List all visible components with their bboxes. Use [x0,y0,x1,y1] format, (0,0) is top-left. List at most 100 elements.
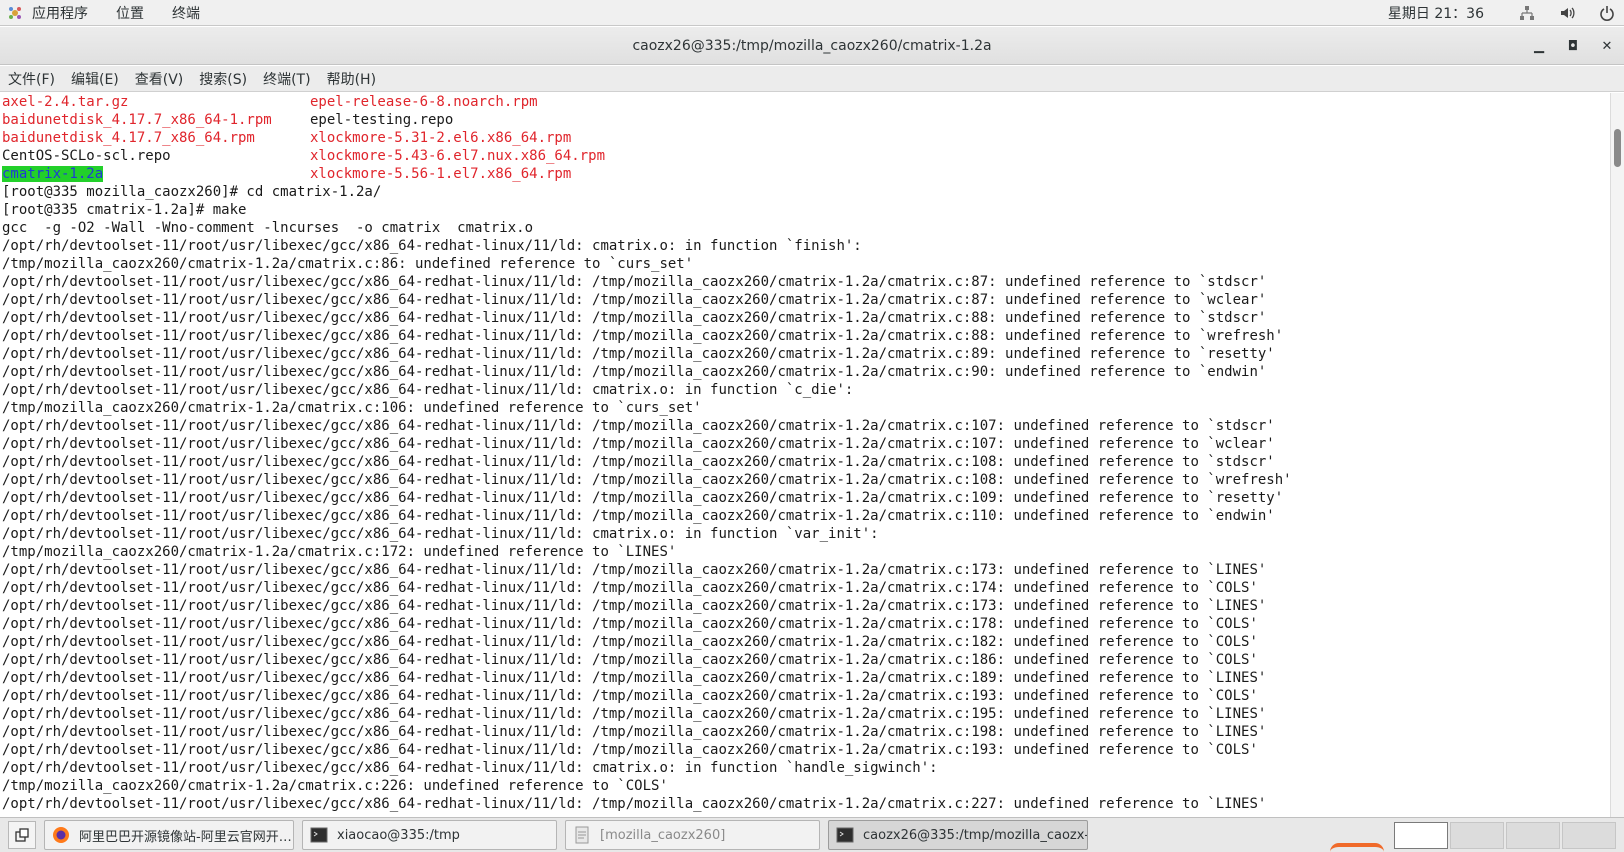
terminal-line: /opt/rh/devtoolset-11/root/usr/libexec/g… [2,580,1258,596]
task-label: 阿里巴巴开源镜像站-阿里云官网开… [79,829,292,845]
terminal-line: /opt/rh/devtoolset-11/root/usr/libexec/g… [2,526,879,542]
firefox-icon [51,825,71,845]
terminal-line: /opt/rh/devtoolset-11/root/usr/libexec/g… [2,562,1267,578]
terminal-line: [root@335 mozilla_caozx260]# cd cmatrix-… [2,184,382,200]
terminal-scrollbar[interactable] [1610,93,1624,817]
terminal-line: gcc -g -O2 -Wall -Wno-comment -lncurses … [2,220,534,236]
ls-filename: CentOS-SCLo-scl.repo [2,148,171,164]
terminal-line: /opt/rh/devtoolset-11/root/usr/libexec/g… [2,688,1258,704]
terminal-line: /opt/rh/devtoolset-11/root/usr/libexec/g… [2,670,1267,686]
ls-entry: baidunetdisk_4.17.7_x86_64.rpm [2,129,310,147]
window-titlebar[interactable]: caozx26@335:/tmp/mozilla_caozx260/cmatri… [0,27,1624,65]
terminal-line: /opt/rh/devtoolset-11/root/usr/libexec/g… [2,472,1292,488]
task-terminal-caozx[interactable]: caozx26@335:/tmp/mozilla_caozx-… [828,820,1088,850]
terminal-line: /opt/rh/devtoolset-11/root/usr/libexec/g… [2,310,1267,326]
menu-file[interactable]: 文件(F) [8,69,55,89]
terminal-line: /opt/rh/devtoolset-11/root/usr/libexec/g… [2,760,938,776]
ls-filename: epel-release-6-8.noarch.rpm [310,94,538,110]
menu-help[interactable]: 帮助(H) [327,69,376,89]
ls-entry: axel-2.4.tar.gz [2,93,310,111]
terminal-line: /opt/rh/devtoolset-11/root/usr/libexec/g… [2,346,1275,362]
terminal-line: /opt/rh/devtoolset-11/root/usr/libexec/g… [2,238,862,254]
terminal-line: /opt/rh/devtoolset-11/root/usr/libexec/g… [2,634,1258,650]
terminal-line: /opt/rh/devtoolset-11/root/usr/libexec/g… [2,742,1258,758]
terminal-line: /opt/rh/devtoolset-11/root/usr/libexec/g… [2,454,1275,470]
terminal-line: /tmp/mozilla_caozx260/cmatrix-1.2a/cmatr… [2,778,668,794]
ls-entry: epel-release-6-8.noarch.rpm [310,93,710,111]
terminal-line: /opt/rh/devtoolset-11/root/usr/libexec/g… [2,382,854,398]
terminal-icon [835,825,855,845]
show-desktop-icon[interactable] [8,821,36,849]
ls-filename: xlockmore-5.56-1.el7.x86_64.rpm [310,166,572,182]
ls-entry: xlockmore-5.43-6.el7.nux.x86_64.rpm [310,147,710,165]
terminal-line: /opt/rh/devtoolset-11/root/usr/libexec/g… [2,364,1267,380]
workspace-3[interactable] [1506,822,1560,849]
terminal-app-menu[interactable]: 终端 [172,3,200,23]
terminal-line: /opt/rh/devtoolset-11/root/usr/libexec/g… [2,652,1258,668]
task-label: caozx26@335:/tmp/mozilla_caozx-… [863,827,1088,843]
terminal-line: /tmp/mozilla_caozx260/cmatrix-1.2a/cmatr… [2,400,702,416]
minimize-icon[interactable]: ▁ [1522,27,1556,65]
places-menu[interactable]: 位置 [116,3,144,23]
applications-menu[interactable]: 应用程序 [32,3,88,23]
terminal-line: /opt/rh/devtoolset-11/root/usr/libexec/g… [2,436,1275,452]
taskbar: 阿里巴巴开源镜像站-阿里云官网开… xiaocao@335:/tmp [mozi… [0,817,1624,852]
terminal-line: /opt/rh/devtoolset-11/root/usr/libexec/g… [2,274,1267,290]
apps-icon[interactable] [6,4,24,22]
terminal-line: /opt/rh/devtoolset-11/root/usr/libexec/g… [2,508,1275,524]
power-icon[interactable] [1598,4,1616,22]
terminal-lines: [root@335 mozilla_caozx260]# cd cmatrix-… [2,183,1610,813]
ls-filename: baidunetdisk_4.17.7_x86_64.rpm [2,130,255,146]
workspace-1[interactable] [1394,822,1448,849]
menubar: 文件(F) 编辑(E) 查看(V) 搜索(S) 终端(T) 帮助(H) [0,66,1624,92]
ls-entry: xlockmore-5.31-2.el6.x86_64.rpm [310,129,710,147]
network-icon[interactable] [1518,4,1536,22]
ls-filename: xlockmore-5.31-2.el6.x86_64.rpm [310,130,572,146]
ls-filename: xlockmore-5.43-6.el7.nux.x86_64.rpm [310,148,606,164]
task-firefox[interactable]: 阿里巴巴开源镜像站-阿里云官网开… [44,820,294,850]
ls-entry: CentOS-SCLo-scl.repo [2,147,310,165]
menu-edit[interactable]: 编辑(E) [71,69,119,89]
file-manager-icon [572,825,592,845]
close-icon[interactable]: ✕ [1590,27,1624,65]
task-label: xiaocao@335:/tmp [337,827,460,843]
ls-filename: epel-testing.repo [310,112,454,128]
terminal-line: /opt/rh/devtoolset-11/root/usr/libexec/g… [2,490,1284,506]
ls-filename: axel-2.4.tar.gz [2,94,129,110]
ls-filename: cmatrix-1.2a [2,166,104,182]
scrollbar-thumb[interactable] [1614,129,1621,167]
terminal-line: /opt/rh/devtoolset-11/root/usr/libexec/g… [2,328,1284,344]
ls-entry: xlockmore-5.56-1.el7.x86_64.rpm [310,165,710,183]
terminal-icon [309,825,329,845]
terminal-line: /opt/rh/devtoolset-11/root/usr/libexec/g… [2,796,1267,812]
menu-view[interactable]: 查看(V) [135,69,184,89]
volume-icon[interactable] [1558,4,1576,22]
workspace-4[interactable] [1562,822,1616,849]
terminal-line: /opt/rh/devtoolset-11/root/usr/libexec/g… [2,292,1267,308]
ls-listing: axel-2.4.tar.gz epel-release-6-8.noarch.r… [2,93,1610,183]
terminal-line: /tmp/mozilla_caozx260/cmatrix-1.2a/cmatr… [2,256,694,272]
window-title: caozx26@335:/tmp/mozilla_caozx260/cmatri… [632,37,992,54]
menu-terminal[interactable]: 终端(T) [263,69,310,89]
task-file-manager[interactable]: [mozilla_caozx260] [565,820,820,850]
ls-entry: baidunetdisk_4.17.7_x86_64-1.rpm [2,111,310,129]
ls-entry: cmatrix-1.2a [2,165,310,183]
task-terminal-xiaocao[interactable]: xiaocao@335:/tmp [302,820,557,850]
terminal-line: /opt/rh/devtoolset-11/root/usr/libexec/g… [2,418,1275,434]
terminal-line: /opt/rh/devtoolset-11/root/usr/libexec/g… [2,706,1267,722]
terminal-output[interactable]: axel-2.4.tar.gz epel-release-6-8.noarch.r… [0,93,1610,817]
terminal-line: /tmp/mozilla_caozx260/cmatrix-1.2a/cmatr… [2,544,677,560]
terminal-line: /opt/rh/devtoolset-11/root/usr/libexec/g… [2,616,1258,632]
task-label: [mozilla_caozx260] [600,827,726,843]
workspace-2[interactable] [1450,822,1504,849]
terminal-line: /opt/rh/devtoolset-11/root/usr/libexec/g… [2,598,1267,614]
terminal-line: /opt/rh/devtoolset-11/root/usr/libexec/g… [2,724,1267,740]
ls-entry: epel-testing.repo [310,111,710,129]
terminal-line: [root@335 cmatrix-1.2a]# make [2,202,247,218]
clock[interactable]: 星期日 21：36 [1388,3,1484,23]
orange-stroke-mark [1330,843,1384,852]
ls-filename: baidunetdisk_4.17.7_x86_64-1.rpm [2,112,272,128]
top-panel: 应用程序 位置 终端 星期日 21：36 [0,0,1624,26]
menu-search[interactable]: 搜索(S) [199,69,247,89]
maximize-icon[interactable]: ◘ [1556,27,1590,65]
